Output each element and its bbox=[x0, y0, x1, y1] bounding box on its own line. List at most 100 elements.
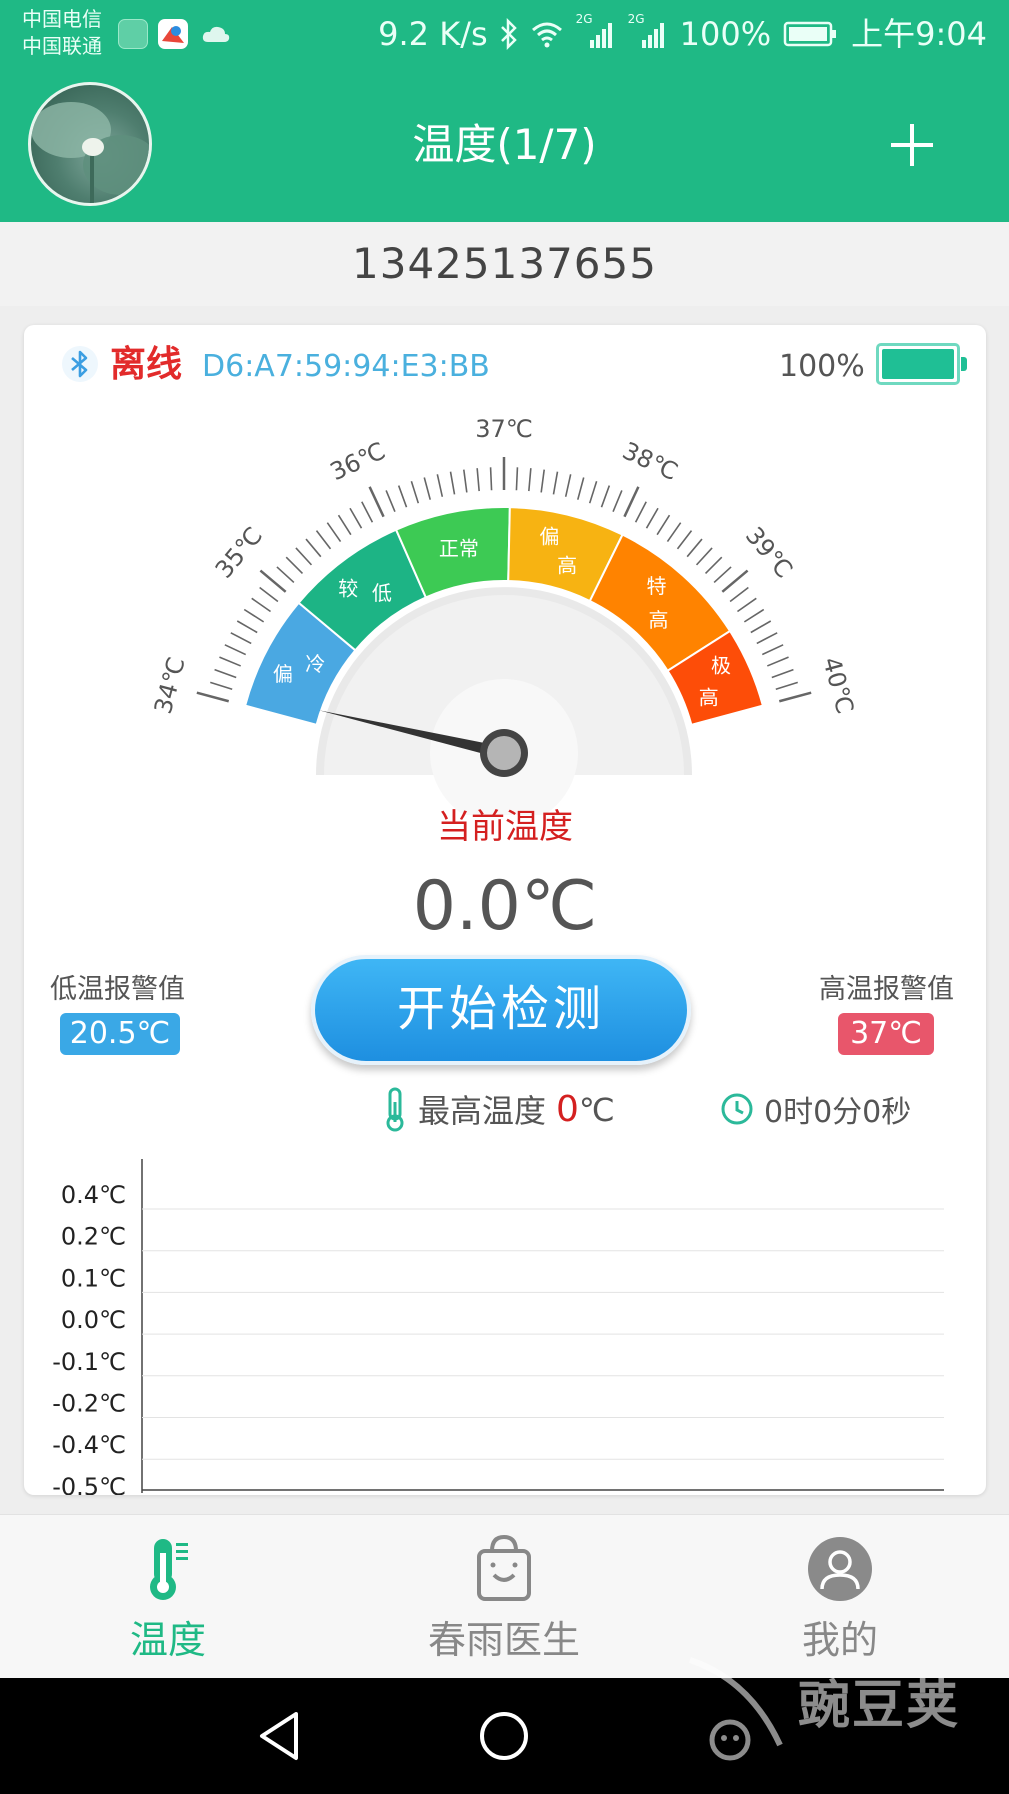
wifi-icon bbox=[531, 22, 562, 48]
thermometer-icon bbox=[386, 1087, 404, 1132]
gauge-tick bbox=[243, 608, 265, 623]
watermark-text: 豌豆荚 bbox=[798, 1676, 961, 1736]
gauge-tick bbox=[736, 597, 757, 613]
status-right: 9.2 K/s 2G 2G 100% 上午9:04 bbox=[378, 12, 987, 54]
gauge-tick bbox=[686, 538, 703, 558]
carrier-2: 中国联通 bbox=[22, 34, 102, 58]
gauge-zone-label: 较 bbox=[338, 577, 358, 601]
page-title: 温度(1/7) bbox=[412, 120, 597, 169]
nav-item-doctor[interactable]: 春雨医生 bbox=[336, 1515, 672, 1679]
home-icon[interactable] bbox=[476, 1708, 532, 1764]
gauge-tick bbox=[771, 668, 794, 679]
signal-2-icon: 2G bbox=[628, 12, 668, 50]
chart-y-tick-label: 0.0℃ bbox=[61, 1306, 126, 1334]
device-battery-percent: 100% bbox=[779, 349, 865, 384]
gauge-tick-label: 39℃ bbox=[740, 522, 798, 584]
max-temp: 最高温度 0℃ bbox=[382, 1085, 615, 1133]
gauge-tick-label: 34℃ bbox=[149, 654, 191, 717]
chart-y-tick-label: -0.5℃ bbox=[52, 1473, 126, 1495]
gauge-tick bbox=[552, 471, 559, 495]
temperature-chart: 0.4℃ 0.2℃ 0.1℃ 0.0℃ -0.1℃ -0.2℃ -0.4℃ -0.5℃ bbox=[52, 1159, 944, 1495]
current-temp-label: 当前温度 bbox=[437, 807, 573, 847]
gauge-tick bbox=[326, 522, 342, 543]
current-temp-value: 0.0℃ bbox=[412, 867, 598, 946]
gauge-tick bbox=[251, 597, 272, 613]
chart-y-tick-label: -0.4℃ bbox=[52, 1431, 126, 1459]
gauge-tick bbox=[489, 467, 493, 491]
max-temp-label: 最高温度 bbox=[418, 1092, 547, 1130]
gauge-tick bbox=[656, 514, 671, 536]
gauge-tick-label: 40℃ bbox=[817, 654, 859, 717]
gauge-zone-label: 偏 bbox=[539, 524, 559, 548]
gauge-zone-label: 高 bbox=[649, 608, 669, 632]
profile-icon bbox=[808, 1537, 872, 1601]
gauge-tick bbox=[775, 681, 798, 691]
device-battery-icon bbox=[876, 343, 967, 385]
battery-icon bbox=[783, 21, 837, 47]
start-detection-button[interactable]: 开始检测 bbox=[311, 955, 691, 1065]
gauge-tick bbox=[219, 656, 242, 667]
gauge-tick bbox=[285, 556, 304, 575]
gauge-tick bbox=[305, 538, 322, 558]
battery-percent-status: 100% bbox=[679, 15, 772, 53]
map-app-icon bbox=[158, 19, 188, 49]
gauge-tick bbox=[729, 586, 749, 603]
gauge-tick bbox=[766, 656, 789, 667]
bluetooth-icon bbox=[500, 18, 517, 50]
gauge-tick bbox=[295, 547, 313, 566]
gauge-tick bbox=[276, 566, 295, 584]
gauge-zone-label: 极 bbox=[711, 654, 731, 678]
chart-y-tick-label: 0.2℃ bbox=[61, 1223, 126, 1251]
gauge-tick bbox=[476, 468, 480, 492]
plus-icon[interactable] bbox=[885, 118, 939, 172]
nav-label-temperature: 温度 bbox=[129, 1618, 206, 1662]
gauge-tick bbox=[588, 481, 598, 504]
gauge-tick-label: 37℃ bbox=[475, 415, 533, 443]
nav-item-temperature[interactable]: 温度 bbox=[0, 1515, 336, 1679]
gauge-zone-label: 低 bbox=[372, 581, 392, 605]
gauge-tick bbox=[449, 471, 456, 495]
elapsed-time-value: 0时0分0秒 bbox=[764, 1095, 912, 1130]
gauge-tick bbox=[676, 530, 693, 550]
gauge-tick bbox=[410, 481, 420, 504]
gauge-tick bbox=[210, 681, 233, 691]
carrier-info: 中国电信 中国联通 bbox=[22, 6, 102, 60]
gauge-tick bbox=[361, 501, 374, 523]
temperature-gauge: 偏冷较 低正常偏高特高极高34℃35℃36℃37℃38℃39℃40℃ bbox=[149, 415, 859, 815]
high-alarm-value[interactable]: 37℃ bbox=[838, 1013, 934, 1055]
thermometer-icon bbox=[150, 1539, 188, 1600]
gauge-tick bbox=[634, 501, 647, 523]
carrier-1: 中国电信 bbox=[22, 7, 102, 31]
elapsed-time: 0时0分0秒 bbox=[720, 1085, 911, 1133]
gauge-tick bbox=[623, 486, 640, 518]
gauge-tick bbox=[645, 507, 659, 529]
gauge-tick bbox=[259, 586, 279, 603]
gauge-tick-label: 35℃ bbox=[210, 522, 268, 584]
gauge-tick bbox=[528, 468, 532, 492]
gauge-tick bbox=[397, 485, 408, 508]
gauge-tick bbox=[515, 467, 519, 491]
status-bar: 中国电信 中国联通 9.2 K/s 2G 2G 100% 上午9:04 bbox=[0, 0, 1009, 66]
gauge-needle-hub-inner bbox=[487, 736, 521, 770]
gauge-tick bbox=[236, 620, 258, 634]
gauge-tick bbox=[756, 632, 778, 645]
net-speed: 9.2 K/s bbox=[378, 15, 488, 53]
high-alarm-label: 高温报警值 bbox=[819, 974, 954, 1005]
gauge-tick bbox=[315, 530, 332, 550]
app-notification-icon bbox=[118, 19, 148, 49]
gauge-zone-label: 冷 bbox=[305, 652, 325, 676]
chart-y-tick-label: 0.1℃ bbox=[61, 1264, 126, 1292]
gauge-tick bbox=[337, 514, 352, 536]
gauge-zone-label: 特 bbox=[647, 574, 667, 598]
connection-status: 离线 bbox=[110, 344, 183, 385]
gauge-zone-label: 偏 bbox=[273, 662, 293, 686]
cloud-icon bbox=[200, 22, 230, 52]
app-header: 中国电信 中国联通 9.2 K/s 2G 2G 100% 上午9:04 温度(1… bbox=[0, 0, 1009, 222]
gauge-tick bbox=[196, 691, 230, 703]
low-alarm-value[interactable]: 20.5℃ bbox=[60, 1013, 180, 1055]
bluetooth-icon bbox=[62, 346, 98, 382]
back-icon[interactable] bbox=[252, 1708, 308, 1764]
gauge-tick bbox=[423, 477, 432, 500]
nav-label-doctor: 春雨医生 bbox=[427, 1618, 580, 1662]
battery-level-fill bbox=[882, 349, 954, 379]
